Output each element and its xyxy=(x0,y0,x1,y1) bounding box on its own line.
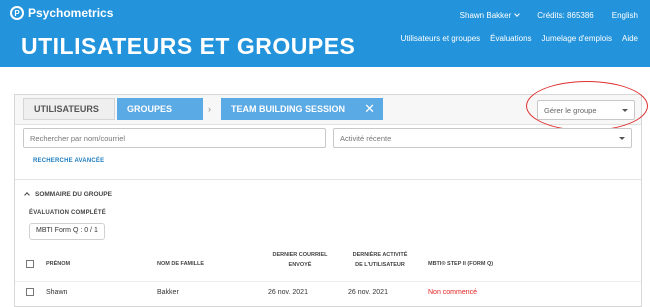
highlight-annotation xyxy=(526,81,648,131)
language-link[interactable]: English xyxy=(612,11,638,20)
cell-last-email: 26 nov. 2021 xyxy=(268,289,308,296)
eval-count-chip: MBTI Form Q : 0 / 1 xyxy=(29,223,105,240)
nav-job-matching[interactable]: Jumelage d'emplois xyxy=(542,34,612,43)
table-header: PRÉNOM NOM DE FAMILLE DERNIER COURRIEL EN… xyxy=(15,248,641,276)
chevron-up-icon xyxy=(24,192,30,198)
main-nav: Utilisateurs et groupes Évaluations Jume… xyxy=(391,34,638,43)
col-last-email[interactable]: DERNIER COURRIEL ENVOYÉ xyxy=(269,250,331,270)
credits: Crédits: 865386 xyxy=(537,11,594,20)
caret-down-icon xyxy=(619,137,625,140)
select-all-checkbox[interactable] xyxy=(26,260,34,268)
col-last-activity-line2: DE L'UTILISATEUR xyxy=(355,262,405,268)
recent-activity-label: Activité récente xyxy=(340,134,392,143)
user-menu[interactable]: Shawn Bakker xyxy=(442,11,521,20)
group-panel: UTILISATEURS GROUPES › TEAM BUILDING SES… xyxy=(14,81,648,307)
brand-name: Psychometrics xyxy=(28,6,114,20)
nav-evaluations[interactable]: Évaluations xyxy=(490,34,531,43)
cell-first-name: Shawn xyxy=(46,289,68,296)
eval-completed-label: ÉVALUATION COMPLÉTÉ xyxy=(29,210,106,216)
chevron-right-icon: › xyxy=(208,104,211,114)
tab-users[interactable]: UTILISATEURS xyxy=(23,98,115,120)
col-mbti-step2[interactable]: MBTI® STEP II (FORM Q) xyxy=(428,259,493,269)
recent-activity-select[interactable]: Activité récente xyxy=(333,128,632,148)
cell-last-activity: 26 nov. 2021 xyxy=(348,289,388,296)
user-name: Shawn Bakker xyxy=(459,11,512,20)
table-row[interactable]: Shawn Bakker 26 nov. 2021 26 nov. 2021 N… xyxy=(15,281,641,296)
breadcrumb-tabs: UTILISATEURS GROUPES › TEAM BUILDING SES… xyxy=(15,81,648,131)
summary-title: SOMMAIRE DU GROUPE xyxy=(35,191,112,198)
chevron-down-icon xyxy=(514,11,521,17)
account-bar: Shawn Bakker Crédits: 865386 English xyxy=(424,11,638,20)
cell-status[interactable]: Non commencé xyxy=(428,289,477,296)
tab-session-label: TEAM BUILDING SESSION xyxy=(231,104,346,114)
close-icon[interactable]: ✕ xyxy=(364,101,375,117)
col-last-activity-line1: DERNIÈRE ACTIVITÉ xyxy=(352,252,408,258)
page-title: UTILISATEURS ET GROUPES xyxy=(21,33,356,59)
summary-toggle[interactable]: SOMMAIRE DU GROUPE xyxy=(24,191,112,198)
brand-logo[interactable]: P Psychometrics xyxy=(10,6,113,20)
psychometrics-logo-icon: P xyxy=(10,6,24,20)
search-input[interactable]: Rechercher par nom/courriel xyxy=(23,128,326,148)
col-last-activity[interactable]: DERNIÈRE ACTIVITÉ DE L'UTILISATEUR xyxy=(349,250,411,270)
row-checkbox[interactable] xyxy=(26,288,34,296)
nav-users-groups[interactable]: Utilisateurs et groupes xyxy=(401,34,481,43)
col-last-name[interactable]: NOM DE FAMILLE xyxy=(157,259,204,269)
col-last-email-line1: DERNIER COURRIEL xyxy=(272,252,328,258)
advanced-search-link[interactable]: RECHERCHE AVANCÉE xyxy=(33,158,104,164)
tab-session[interactable]: TEAM BUILDING SESSION ✕ xyxy=(221,98,383,120)
col-last-email-line2: ENVOYÉ xyxy=(288,262,312,268)
tab-groups[interactable]: GROUPES xyxy=(117,98,203,120)
nav-help[interactable]: Aide xyxy=(622,34,638,43)
col-first-name[interactable]: PRÉNOM xyxy=(46,259,70,269)
cell-last-name: Bakker xyxy=(157,289,179,296)
app-header: P Psychometrics Shawn Bakker Crédits: 86… xyxy=(0,0,650,67)
group-summary: SOMMAIRE DU GROUPE ÉVALUATION COMPLÉTÉ M… xyxy=(15,179,641,307)
